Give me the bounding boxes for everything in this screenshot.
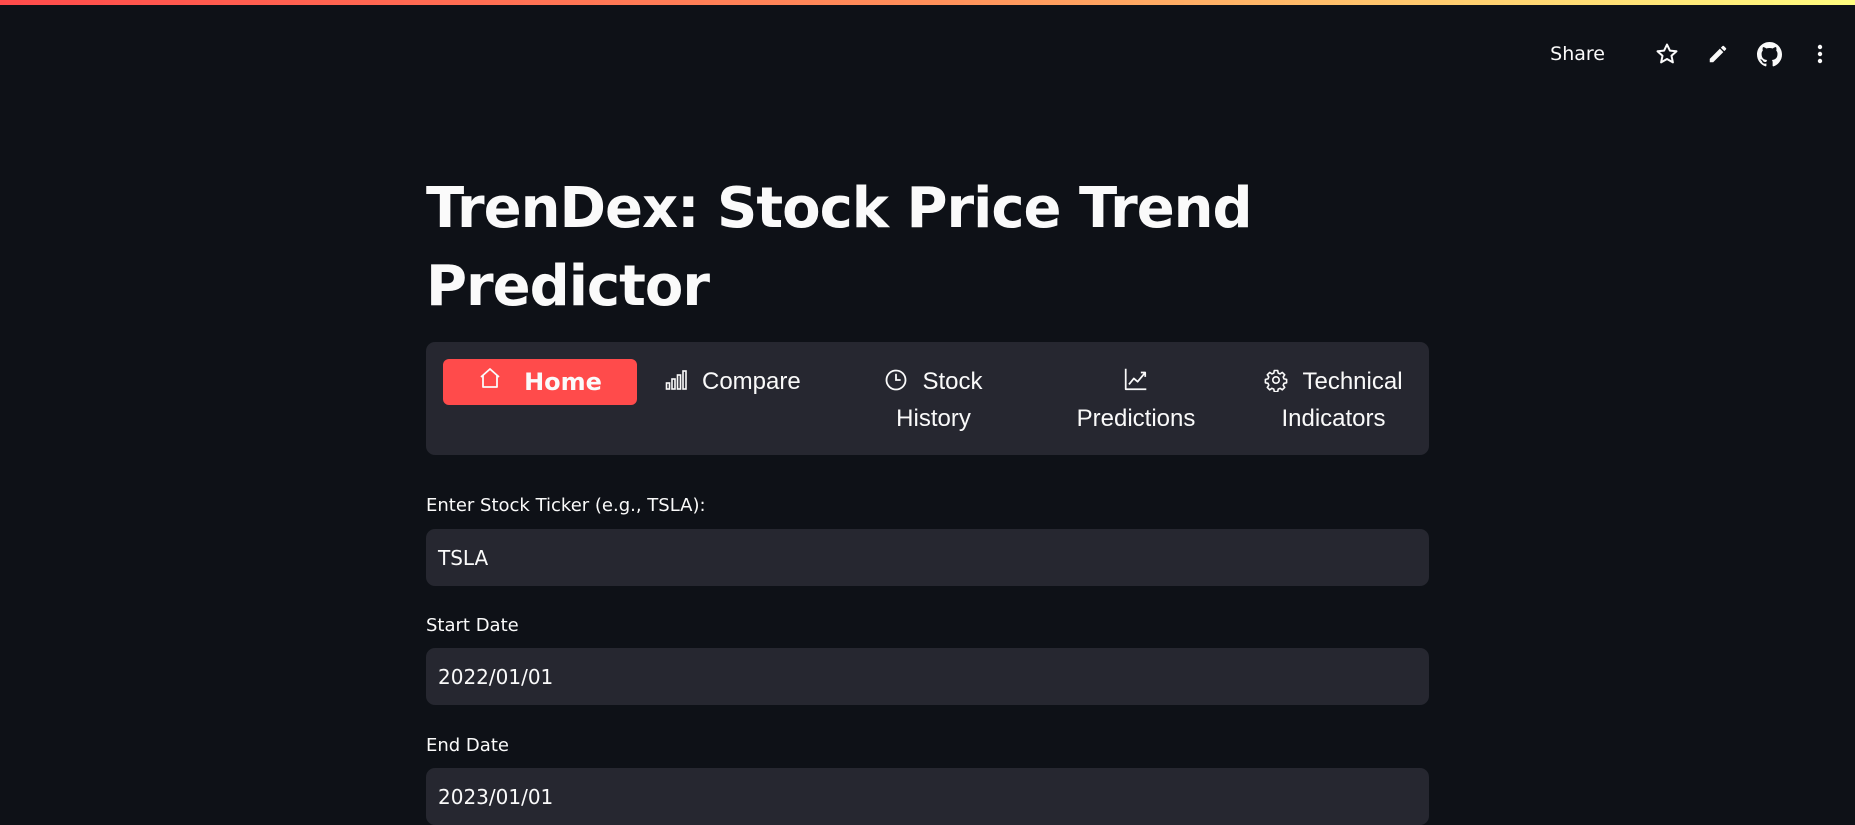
ticker-label: Enter Stock Ticker (e.g., TSLA): (426, 495, 706, 516)
nav-item-label-line2: History (896, 405, 971, 432)
app-toolbar: Share (1550, 36, 1833, 72)
nav-item-label: Predictions (1076, 405, 1196, 432)
nav-item-stock-history[interactable]: Stock History (866, 365, 1001, 436)
start-date-label: Start Date (426, 615, 519, 636)
clock-icon (884, 368, 908, 402)
home-icon (478, 365, 502, 399)
bar-chart-icon (664, 368, 688, 402)
start-date-input[interactable]: 2022/01/01 (426, 648, 1429, 705)
trend-chart-icon (1123, 366, 1149, 402)
nav-item-label-line1: Stock (922, 368, 983, 395)
pencil-icon[interactable] (1705, 41, 1731, 67)
nav-item-label: Home (524, 368, 602, 396)
gear-icon (1264, 368, 1288, 402)
option-menu: Home Compare Stock History Predictions T… (426, 342, 1429, 455)
end-date-label: End Date (426, 735, 509, 756)
nav-item-compare[interactable]: Compare (664, 365, 814, 402)
nav-item-label: Compare (702, 368, 801, 395)
nav-item-home[interactable]: Home (443, 359, 637, 405)
top-decoration-bar (0, 0, 1855, 5)
nav-item-label-line2: Indicators (1281, 405, 1386, 432)
more-vertical-icon[interactable] (1807, 41, 1833, 67)
ticker-input[interactable]: TSLA (426, 529, 1429, 586)
github-icon[interactable] (1756, 41, 1782, 67)
nav-item-label-line1: Technical (1302, 368, 1403, 395)
end-date-input[interactable]: 2023/01/01 (426, 768, 1429, 825)
share-button[interactable]: Share (1550, 43, 1605, 65)
star-icon[interactable] (1654, 41, 1680, 67)
nav-item-predictions[interactable]: Predictions (1056, 365, 1216, 436)
nav-item-technical-indicators[interactable]: Technical Indicators (1246, 365, 1421, 436)
page-title: TrenDex: Stock Price Trend Predictor (426, 176, 1253, 319)
